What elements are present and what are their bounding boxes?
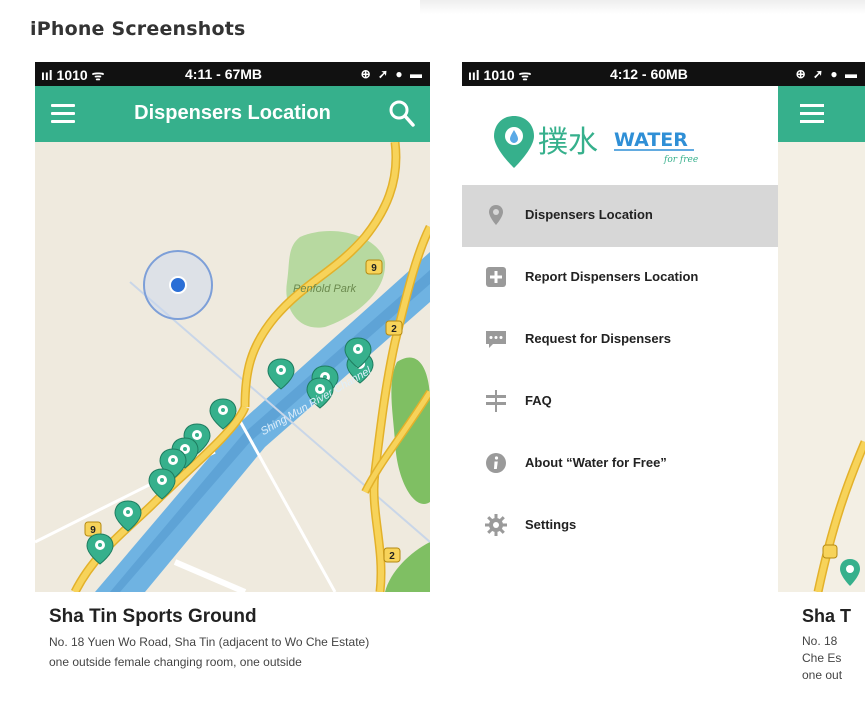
menu-item-faq[interactable]: FAQ (462, 371, 778, 433)
status-icons: ⊕ ➚ ● ▬ (795, 67, 859, 81)
menu-label: Settings (525, 517, 577, 532)
app-logo: 撲水 WATER for free (494, 116, 698, 168)
app-bar: Dispensers Location (35, 86, 430, 142)
status-time: 4:11 - 67MB (185, 66, 263, 82)
section-title: iPhone Screenshots (30, 18, 246, 40)
location-info-card[interactable]: Sha Tin Sports Ground No. 18 Yuen Wo Roa… (35, 592, 430, 712)
map-view (813, 440, 865, 592)
menu-item-request-dispensers[interactable]: Request for Dispensers (462, 309, 778, 371)
app-bar (778, 86, 865, 142)
status-bar: ııl 1010 ᯤ 4:11 - 67MB ⊕ ➚ ● ▬ (35, 62, 430, 86)
svg-text:2: 2 (391, 324, 397, 335)
plus-box-icon (486, 267, 506, 287)
location-info-card[interactable]: Sha T No. 18 Che Es one out (778, 592, 865, 712)
phone-screenshot-menu: ııl 1010 ᯤ 4:12 - 60MB ⊕ ➚ ● ▬ 撲水 WATER … (462, 62, 865, 712)
gear-icon (485, 514, 507, 536)
route-marker: 9 (365, 259, 383, 275)
menu-label: FAQ (525, 393, 552, 408)
app-bar-title: Dispensers Location (134, 102, 331, 124)
status-icons: ⊕ ➚ ● ▬ (360, 67, 424, 81)
svg-text:撲水: 撲水 (538, 125, 598, 160)
park-label: Penfold Park (293, 283, 356, 295)
menu-label: Request for Dispensers (525, 331, 671, 346)
menu-icon[interactable] (800, 104, 824, 124)
route-marker: 2 (383, 547, 401, 563)
menu-label: Dispensers Location (525, 207, 653, 222)
carrier-signal: ııl 1010 ᯤ (468, 67, 532, 83)
svg-text:2: 2 (389, 551, 395, 562)
search-icon[interactable] (388, 99, 416, 129)
background-map-peek[interactable]: Sha T No. 18 Che Es one out (778, 86, 865, 712)
svg-text:for free: for free (663, 155, 698, 165)
location-address: Che Es (802, 651, 842, 665)
location-pin-icon (489, 205, 503, 225)
status-time: 4:12 - 60MB (610, 66, 688, 82)
svg-text:WATER: WATER (614, 129, 688, 151)
menu-item-report-dispensers[interactable]: Report Dispensers Location (462, 247, 778, 309)
route-marker: 2 (385, 320, 403, 336)
location-name: Sha Tin Sports Ground (49, 606, 257, 627)
menu-label: Report Dispensers Location (525, 269, 699, 284)
navigation-drawer: 撲水 WATER for free Dispensers Location Re… (462, 86, 778, 712)
menu-item-dispensers-location[interactable]: Dispensers Location (462, 185, 778, 247)
menu-item-about[interactable]: About “Water for Free” (462, 433, 778, 495)
location-name: Sha T (802, 606, 852, 626)
location-address: No. 18 Yuen Wo Road, Sha Tin (adjacent t… (49, 635, 370, 649)
status-bar: ııl 1010 ᯤ 4:12 - 60MB ⊕ ➚ ● ▬ (462, 62, 865, 86)
menu-label: About “Water for Free” (525, 455, 667, 470)
top-shadow (420, 0, 865, 14)
phone-screenshot-map: ııl 1010 ᯤ 4:11 - 67MB ⊕ ➚ ● ▬ Dispenser… (35, 62, 430, 712)
signpost-icon (486, 390, 506, 412)
info-icon (486, 453, 506, 473)
user-location-icon (169, 276, 187, 294)
location-address: No. 18 (802, 634, 838, 648)
location-description: one outside female changing room, one ou… (49, 655, 302, 669)
chat-bubble-icon (486, 331, 506, 348)
menu-item-settings[interactable]: Settings (462, 495, 778, 557)
carrier-signal: ııl 1010 ᯤ (41, 67, 105, 83)
map-view[interactable]: Penfold Park 9 9 2 2 Shing Mun River Cha… (35, 142, 430, 592)
svg-text:9: 9 (371, 263, 377, 274)
location-description: one out (802, 668, 843, 682)
